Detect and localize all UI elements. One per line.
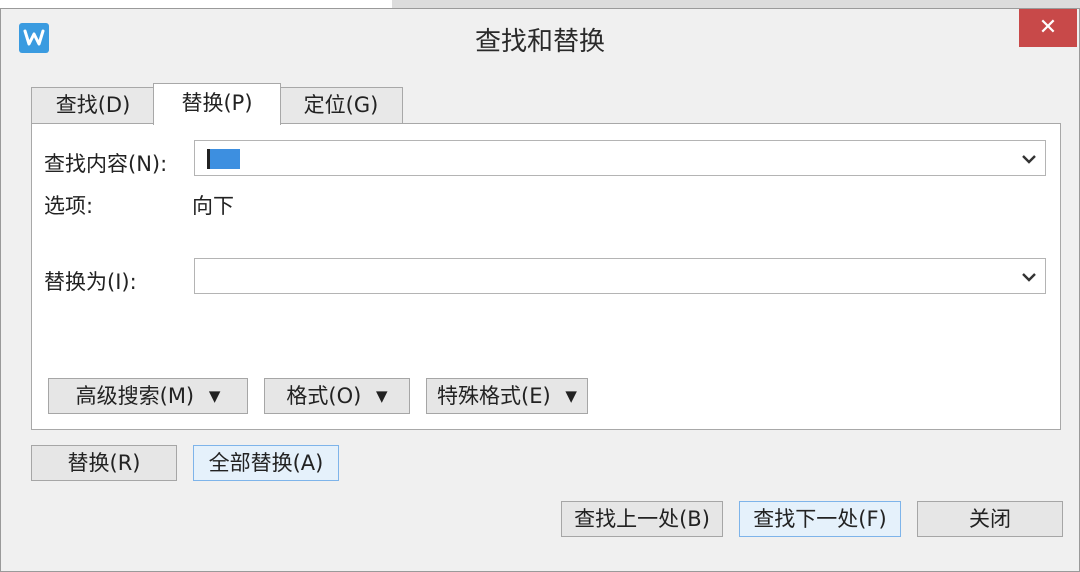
format-label: 格式(O) [286, 384, 362, 408]
find-previous-button[interactable]: 查找上一处(B) [561, 501, 723, 537]
find-next-button[interactable]: 查找下一处(F) [739, 501, 901, 537]
chevron-down-icon[interactable] [1019, 267, 1039, 287]
close-icon: ✕ [1038, 15, 1058, 40]
dialog-title: 查找和替换 [474, 27, 605, 57]
options-label: 选项: [44, 194, 94, 218]
advanced-search-label: 高级搜索(M) [75, 384, 195, 408]
text-selection [210, 149, 240, 169]
replace-button[interactable]: 替换(R) [31, 445, 177, 481]
special-format-button[interactable]: 特殊格式(E) ▼ [426, 378, 588, 414]
title-bar[interactable]: 查找和替换 ✕ [1, 9, 1079, 67]
special-format-label: 特殊格式(E) [437, 384, 551, 408]
replace-with-label: 替换为(I): [44, 270, 137, 294]
triangle-down-icon: ▼ [565, 387, 577, 405]
close-window-button[interactable]: ✕ [1019, 9, 1077, 47]
wps-writer-icon [19, 23, 49, 53]
options-value: 向下 [192, 194, 234, 218]
find-replace-dialog: 查找和替换 ✕ 查找(D) 替换(P) 定位(G) 查找内容(N): 选项: 向… [0, 8, 1080, 572]
advanced-search-button[interactable]: 高级搜索(M) ▼ [48, 378, 248, 414]
replace-with-combo[interactable] [194, 258, 1046, 294]
replace-all-button[interactable]: 全部替换(A) [193, 445, 339, 481]
format-button[interactable]: 格式(O) ▼ [264, 378, 410, 414]
chevron-down-icon[interactable] [1019, 149, 1039, 169]
triangle-down-icon: ▼ [376, 387, 388, 405]
find-what-label: 查找内容(N): [44, 152, 168, 176]
find-what-combo[interactable] [194, 140, 1046, 176]
close-button[interactable]: 关闭 [917, 501, 1063, 537]
tab-find[interactable]: 查找(D) [31, 87, 155, 123]
double-chevron-down-icon: ▼ [208, 387, 221, 405]
replace-panel: 查找内容(N): 选项: 向下 替换为(I): 高级搜索(M) ▼ 格式(O) … [31, 123, 1061, 430]
tab-replace[interactable]: 替换(P) [153, 83, 281, 125]
tab-goto[interactable]: 定位(G) [279, 87, 403, 123]
